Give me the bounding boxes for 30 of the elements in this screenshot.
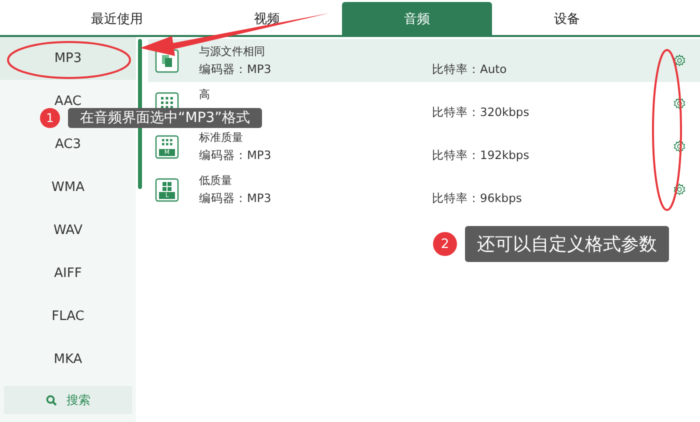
search-button[interactable]: 搜索 bbox=[4, 386, 132, 414]
tab[interactable]: 设备 bbox=[492, 2, 642, 35]
format-item[interactable]: WMA bbox=[0, 166, 136, 209]
settings-icon[interactable] bbox=[673, 54, 686, 67]
format-item[interactable]: MP3 bbox=[0, 37, 136, 80]
format-item[interactable]: MKA bbox=[0, 338, 136, 381]
codec-label: 编码器：MP3 bbox=[199, 190, 272, 206]
codec-label: 编码器：MP3 bbox=[199, 146, 272, 162]
bitrate-label: 比特率：Auto bbox=[432, 60, 507, 76]
selected-row-highlight[interactable] bbox=[148, 39, 700, 82]
format-item[interactable]: AIFF bbox=[0, 252, 136, 295]
annotation-tooltip: 还可以自定义格式参数 bbox=[465, 226, 669, 262]
codec-label: 编码器：MP3 bbox=[199, 60, 272, 76]
settings-icon[interactable] bbox=[673, 140, 686, 153]
bitrate-label: 比特率：192kbps bbox=[432, 146, 530, 162]
preset-name: 与源文件相同 bbox=[199, 44, 266, 58]
annotation-tooltip: 在音频界面选中“MP3”格式 bbox=[68, 108, 262, 128]
step-number-tooltip: 2 bbox=[433, 232, 457, 256]
bitrate-label: 比特率：96kbps bbox=[432, 190, 522, 206]
preset-name: 标准质量 bbox=[199, 130, 244, 144]
tab[interactable]: 音频 bbox=[342, 2, 492, 35]
preset-name: 低质量 bbox=[199, 174, 233, 188]
preset-name: 高 bbox=[199, 88, 211, 102]
search-icon bbox=[46, 394, 56, 406]
bitrate-label: 比特率：320kbps bbox=[432, 104, 530, 120]
format-item[interactable]: FLAC bbox=[0, 295, 136, 338]
settings-icon[interactable] bbox=[673, 97, 686, 110]
tab[interactable]: 最近使用 bbox=[42, 2, 192, 35]
format-item[interactable]: WAV bbox=[0, 209, 136, 252]
settings-icon[interactable] bbox=[673, 183, 686, 196]
